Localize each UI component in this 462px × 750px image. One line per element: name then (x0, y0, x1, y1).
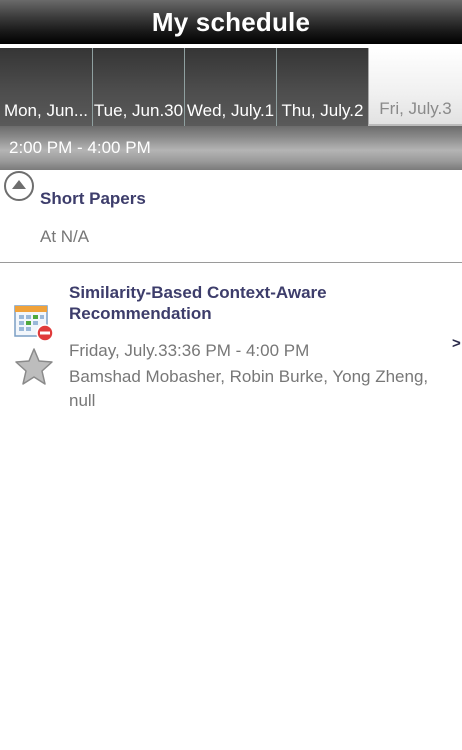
tab-label: Wed, July.1 (186, 101, 275, 120)
tab-label: Tue, Jun.30 (93, 101, 184, 120)
tab-day-1[interactable]: Mon, Jun... (0, 48, 92, 126)
collapse-up-icon[interactable] (4, 171, 34, 201)
tab-label: Thu, July.2 (281, 101, 364, 120)
paper-list-item[interactable]: Similarity-Based Context-Aware Recommend… (0, 263, 462, 423)
tab-day-4[interactable]: Thu, July.2 (276, 48, 368, 126)
paper-title: Similarity-Based Context-Aware Recommend… (69, 283, 327, 323)
paper-time: Friday, July.33:36 PM - 4:00 PM (69, 341, 310, 360)
session-title: Short Papers (40, 189, 146, 208)
tab-day-3[interactable]: Wed, July.1 (184, 48, 276, 126)
timeslot-label: 2:00 PM - 4:00 PM (9, 138, 151, 157)
page-title: My schedule (151, 6, 311, 37)
day-tabs: Mon, Jun... Tue, Jun.30 Wed, July.1 Thu,… (0, 44, 462, 126)
timeslot-header: 2:00 PM - 4:00 PM (0, 126, 462, 170)
app-header: My schedule (0, 0, 462, 44)
chevron-right-icon[interactable]: > (452, 335, 461, 352)
star-icon[interactable] (14, 347, 54, 387)
session-row[interactable]: Short Papers At N/A (0, 170, 462, 263)
session-location: At N/A (40, 227, 90, 246)
tab-label: Mon, Jun... (3, 101, 89, 120)
tab-day-5[interactable]: Fri, July.3 (368, 48, 462, 126)
tab-label: Fri, July.3 (379, 99, 452, 118)
calendar-remove-icon[interactable] (14, 303, 54, 343)
paper-authors: Bamshad Mobasher, Robin Burke, Yong Zhen… (69, 367, 429, 410)
tab-day-2[interactable]: Tue, Jun.30 (92, 48, 184, 126)
